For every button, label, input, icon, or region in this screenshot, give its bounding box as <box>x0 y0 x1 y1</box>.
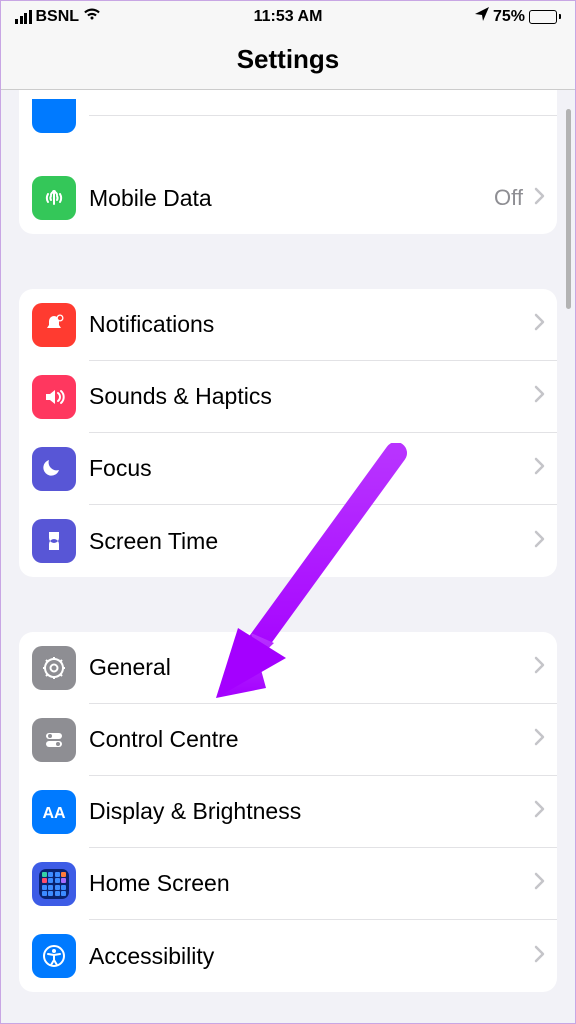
chevron-right-icon <box>533 530 545 553</box>
svg-text:AA: AA <box>42 805 66 822</box>
settings-row-display[interactable]: AA Display & Brightness <box>19 776 557 848</box>
row-label: Notifications <box>89 311 214 338</box>
chevron-right-icon <box>533 945 545 968</box>
settings-row-sounds[interactable]: Sounds & Haptics <box>19 361 557 433</box>
settings-row-screentime[interactable]: Screen Time <box>19 505 557 577</box>
sounds-icon <box>32 375 76 419</box>
settings-row-general[interactable]: General <box>19 632 557 704</box>
wifi-icon <box>83 7 101 26</box>
nav-header: Settings <box>1 28 575 90</box>
status-time: 11:53 AM <box>254 8 323 26</box>
carrier-label: BSNL <box>36 8 80 26</box>
row-label: Sounds & Haptics <box>89 383 272 410</box>
status-left: BSNL <box>15 7 101 26</box>
chevron-right-icon <box>533 800 545 823</box>
chevron-right-icon <box>533 313 545 336</box>
display-icon: AA <box>32 790 76 834</box>
chevron-right-icon <box>533 872 545 895</box>
row-label: Control Centre <box>89 726 239 753</box>
chevron-right-icon <box>533 457 545 480</box>
row-label: Screen Time <box>89 528 218 555</box>
chevron-right-icon <box>533 385 545 408</box>
mobile-data-icon <box>32 176 76 220</box>
chevron-right-icon <box>533 728 545 751</box>
page-title: Settings <box>1 44 575 75</box>
settings-group-connectivity: Mobile Data Off <box>19 90 557 234</box>
settings-row-control-centre[interactable]: Control Centre <box>19 704 557 776</box>
control-centre-icon <box>32 718 76 762</box>
settings-group-general: General Control Centre AA Display <box>19 632 557 992</box>
accessibility-icon <box>32 934 76 978</box>
settings-list[interactable]: Mobile Data Off Notifications <box>1 90 575 1006</box>
signal-bars-icon <box>15 10 32 24</box>
row-label: Mobile Data <box>89 185 212 212</box>
settings-row-accessibility[interactable]: Accessibility <box>19 920 557 992</box>
status-bar: BSNL 11:53 AM 75% <box>1 1 575 28</box>
row-label: Focus <box>89 455 152 482</box>
battery-percent: 75% <box>493 8 525 26</box>
notifications-icon <box>32 303 76 347</box>
row-label: Accessibility <box>89 943 214 970</box>
chevron-right-icon <box>533 187 545 210</box>
settings-group-alerts: Notifications Sounds & Haptics F <box>19 289 557 577</box>
chevron-right-icon <box>533 656 545 679</box>
scrollbar-indicator[interactable] <box>566 109 571 309</box>
row-label: Display & Brightness <box>89 798 301 825</box>
status-right: 75% <box>475 7 561 26</box>
row-value: Off <box>494 185 523 211</box>
focus-icon <box>32 447 76 491</box>
partial-row-top[interactable] <box>19 90 557 162</box>
partial-icon <box>32 99 76 133</box>
battery-icon <box>529 10 561 24</box>
settings-row-mobile-data[interactable]: Mobile Data Off <box>19 162 557 234</box>
row-label: Home Screen <box>89 870 230 897</box>
row-label: General <box>89 654 171 681</box>
settings-row-notifications[interactable]: Notifications <box>19 289 557 361</box>
general-icon <box>32 646 76 690</box>
location-icon <box>475 7 489 26</box>
home-screen-icon <box>32 862 76 906</box>
settings-row-focus[interactable]: Focus <box>19 433 557 505</box>
settings-row-home-screen[interactable]: Home Screen <box>19 848 557 920</box>
screentime-icon <box>32 519 76 563</box>
